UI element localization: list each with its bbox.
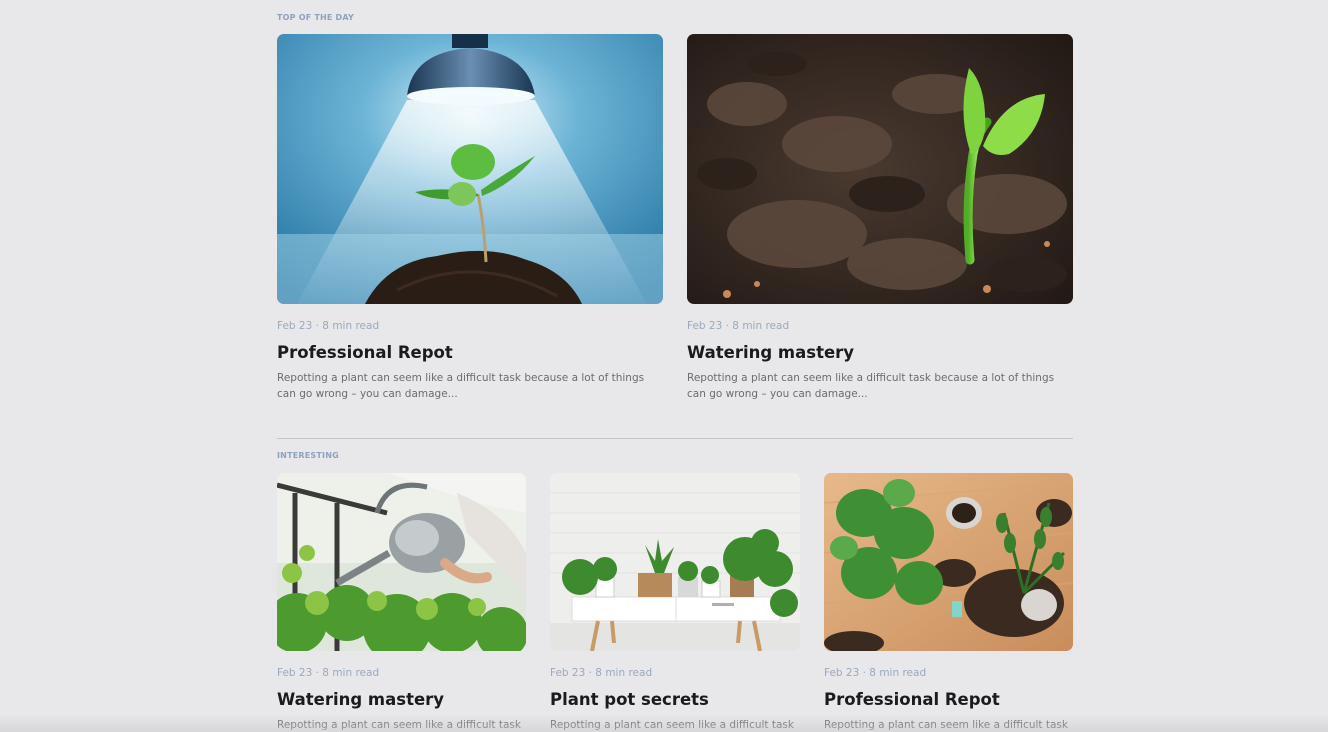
article-excerpt: Repotting a plant can seem like a diffic… xyxy=(277,719,521,731)
article-title[interactable]: Plant pot secrets xyxy=(550,690,800,710)
article-title[interactable]: Watering mastery xyxy=(277,690,526,710)
article-excerpt: Repotting a plant can seem like a diffic… xyxy=(550,719,794,731)
section-label-top-of-the-day: TOP OF THE DAY xyxy=(277,13,355,22)
article-image-sprout-in-soil[interactable] xyxy=(687,34,1073,304)
article-excerpt: Repotting a plant can seem like a diffic… xyxy=(687,372,1055,400)
article-image-seedling-under-lamp[interactable] xyxy=(277,34,663,304)
article-title[interactable]: Professional Repot xyxy=(824,690,1073,710)
article-excerpt: Repotting a plant can seem like a diffic… xyxy=(277,372,645,400)
section-divider xyxy=(277,438,1073,439)
blog-feed: TOP OF THE DAY Feb 23 · 8 min read Profe… xyxy=(0,0,1328,732)
article-title[interactable]: Watering mastery xyxy=(687,343,1073,363)
article-image-watering-can[interactable] xyxy=(277,473,526,651)
article-image-potted-plants-shelf[interactable] xyxy=(550,473,800,651)
article-card-plant-pot-secrets[interactable]: Feb 23 · 8 min read Plant pot secrets Re… xyxy=(550,473,800,732)
article-meta: Feb 23 · 8 min read xyxy=(550,667,653,679)
article-meta: Feb 23 · 8 min read xyxy=(824,667,927,679)
article-card-watering-mastery-2[interactable]: Feb 23 · 8 min read Watering mastery Rep… xyxy=(277,473,526,732)
article-title[interactable]: Professional Repot xyxy=(277,343,663,363)
article-meta: Feb 23 · 8 min read xyxy=(277,667,380,679)
article-image-repotting-table[interactable] xyxy=(824,473,1073,651)
section-label-interesting: INTERESTING xyxy=(277,451,339,460)
article-card-watering-mastery[interactable]: Feb 23 · 8 min read Watering mastery Rep… xyxy=(687,34,1073,402)
article-card-professional-repot-2[interactable]: Feb 23 · 8 min read Professional Repot R… xyxy=(824,473,1073,732)
article-meta: Feb 23 · 8 min read xyxy=(687,320,790,332)
article-card-professional-repot[interactable]: Feb 23 · 8 min read Professional Repot R… xyxy=(277,34,663,402)
article-meta: Feb 23 · 8 min read xyxy=(277,320,380,332)
article-excerpt: Repotting a plant can seem like a diffic… xyxy=(824,719,1068,731)
